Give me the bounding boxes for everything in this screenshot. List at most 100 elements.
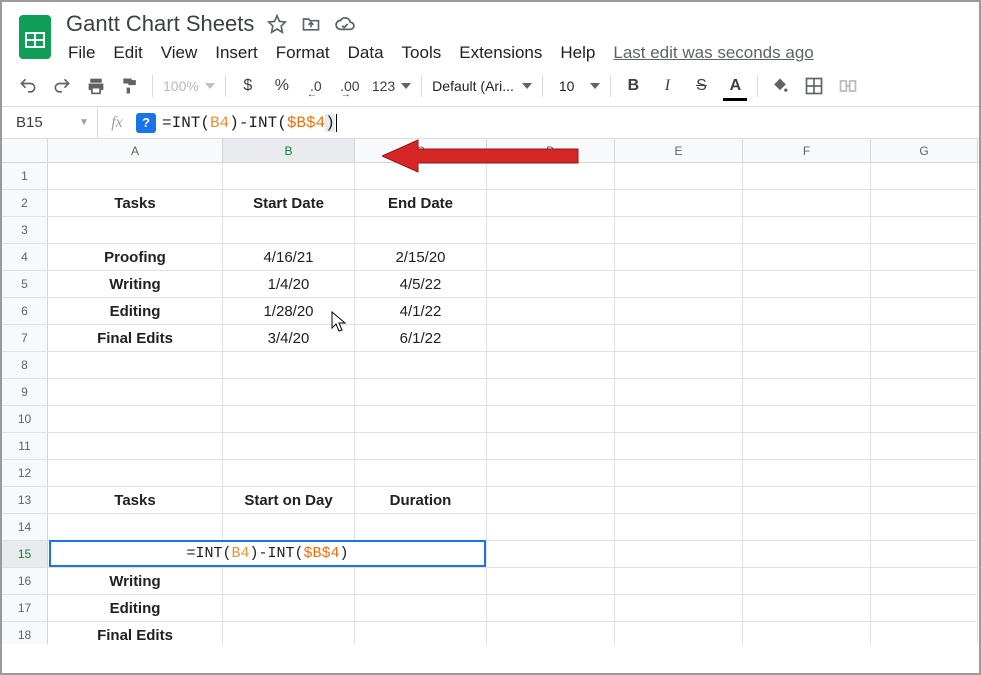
row-header-4[interactable]: 4 [2,244,48,271]
cell-E15[interactable] [615,541,743,568]
cell-D16[interactable] [487,568,615,595]
increase-decimal-button[interactable]: .00→ [338,74,362,98]
row-header-9[interactable]: 9 [2,379,48,406]
cell-E13[interactable] [615,487,743,514]
cell-F12[interactable] [743,460,871,487]
undo-icon[interactable] [16,74,40,98]
menu-help[interactable]: Help [560,43,595,63]
cell-A8[interactable] [48,352,223,379]
cell-B8[interactable] [223,352,355,379]
cell-F18[interactable] [743,622,871,644]
cell-F11[interactable] [743,433,871,460]
cell-C18[interactable] [355,622,487,644]
cell-A12[interactable] [48,460,223,487]
cell-A4[interactable]: Proofing [48,244,223,271]
cell-G2[interactable] [871,190,978,217]
cell-C3[interactable] [355,217,487,244]
cell-E7[interactable] [615,325,743,352]
cell-C6[interactable]: 4/1/22 [355,298,487,325]
cell-F1[interactable] [743,163,871,190]
cell-E5[interactable] [615,271,743,298]
cell-F13[interactable] [743,487,871,514]
merge-cells-button[interactable] [836,74,860,98]
cell-B3[interactable] [223,217,355,244]
cell-G10[interactable] [871,406,978,433]
cell-B6[interactable]: 1/28/20 [223,298,355,325]
cell-D1[interactable] [487,163,615,190]
format-percent-button[interactable]: % [270,74,294,98]
menu-edit[interactable]: Edit [113,43,142,63]
bold-button[interactable]: B [621,74,645,98]
cell-D6[interactable] [487,298,615,325]
cell-G6[interactable] [871,298,978,325]
zoom-select[interactable]: 100% [163,78,215,94]
cell-E11[interactable] [615,433,743,460]
spreadsheet-grid[interactable]: A B C D E F G 12TasksStart DateEnd Date3… [2,139,979,644]
cell-A10[interactable] [48,406,223,433]
cell-B5[interactable]: 1/4/20 [223,271,355,298]
cell-C2[interactable]: End Date [355,190,487,217]
cell-E17[interactable] [615,595,743,622]
cell-C9[interactable] [355,379,487,406]
row-header-7[interactable]: 7 [2,325,48,352]
cell-G14[interactable] [871,514,978,541]
cell-G1[interactable] [871,163,978,190]
row-header-12[interactable]: 12 [2,460,48,487]
row-header-14[interactable]: 14 [2,514,48,541]
cell-A18[interactable]: Final Edits [48,622,223,644]
cell-E6[interactable] [615,298,743,325]
italic-button[interactable]: I [655,74,679,98]
cell-D4[interactable] [487,244,615,271]
paint-format-icon[interactable] [118,74,142,98]
cell-A6[interactable]: Editing [48,298,223,325]
cell-A13[interactable]: Tasks [48,487,223,514]
cell-B4[interactable]: 4/16/21 [223,244,355,271]
cell-G8[interactable] [871,352,978,379]
cell-A1[interactable] [48,163,223,190]
cell-A2[interactable]: Tasks [48,190,223,217]
cell-F8[interactable] [743,352,871,379]
cloud-status-icon[interactable] [334,13,356,35]
move-folder-icon[interactable] [300,13,322,35]
row-header-3[interactable]: 3 [2,217,48,244]
cell-A11[interactable] [48,433,223,460]
cell-B13[interactable]: Start on Day [223,487,355,514]
cell-D5[interactable] [487,271,615,298]
cell-D13[interactable] [487,487,615,514]
cell-D12[interactable] [487,460,615,487]
cell-B9[interactable] [223,379,355,406]
cell-D7[interactable] [487,325,615,352]
cell-D15[interactable] [487,541,615,568]
decrease-decimal-button[interactable]: .0← [304,74,328,98]
cell-D14[interactable] [487,514,615,541]
cell-E18[interactable] [615,622,743,644]
menu-insert[interactable]: Insert [215,43,258,63]
row-header-6[interactable]: 6 [2,298,48,325]
text-color-button[interactable]: A [723,74,747,98]
cell-F3[interactable] [743,217,871,244]
cell-E16[interactable] [615,568,743,595]
row-header-16[interactable]: 16 [2,568,48,595]
cell-C12[interactable] [355,460,487,487]
cell-G15[interactable] [871,541,978,568]
cell-B11[interactable] [223,433,355,460]
cell-F14[interactable] [743,514,871,541]
row-header-1[interactable]: 1 [2,163,48,190]
star-icon[interactable] [266,13,288,35]
number-format-select[interactable]: 123 [372,78,411,94]
select-all-corner[interactable] [2,139,48,162]
font-size-select[interactable]: 10 [553,78,581,94]
cell-A5[interactable]: Writing [48,271,223,298]
cell-F15[interactable] [743,541,871,568]
cell-G11[interactable] [871,433,978,460]
cell-A7[interactable]: Final Edits [48,325,223,352]
col-header-E[interactable]: E [615,139,743,162]
cell-A17[interactable]: Editing [48,595,223,622]
cell-E3[interactable] [615,217,743,244]
sheets-logo[interactable] [14,10,56,64]
cell-C17[interactable] [355,595,487,622]
doc-title[interactable]: Gantt Chart Sheets [66,11,254,37]
cell-F16[interactable] [743,568,871,595]
cell-D10[interactable] [487,406,615,433]
cell-B2[interactable]: Start Date [223,190,355,217]
